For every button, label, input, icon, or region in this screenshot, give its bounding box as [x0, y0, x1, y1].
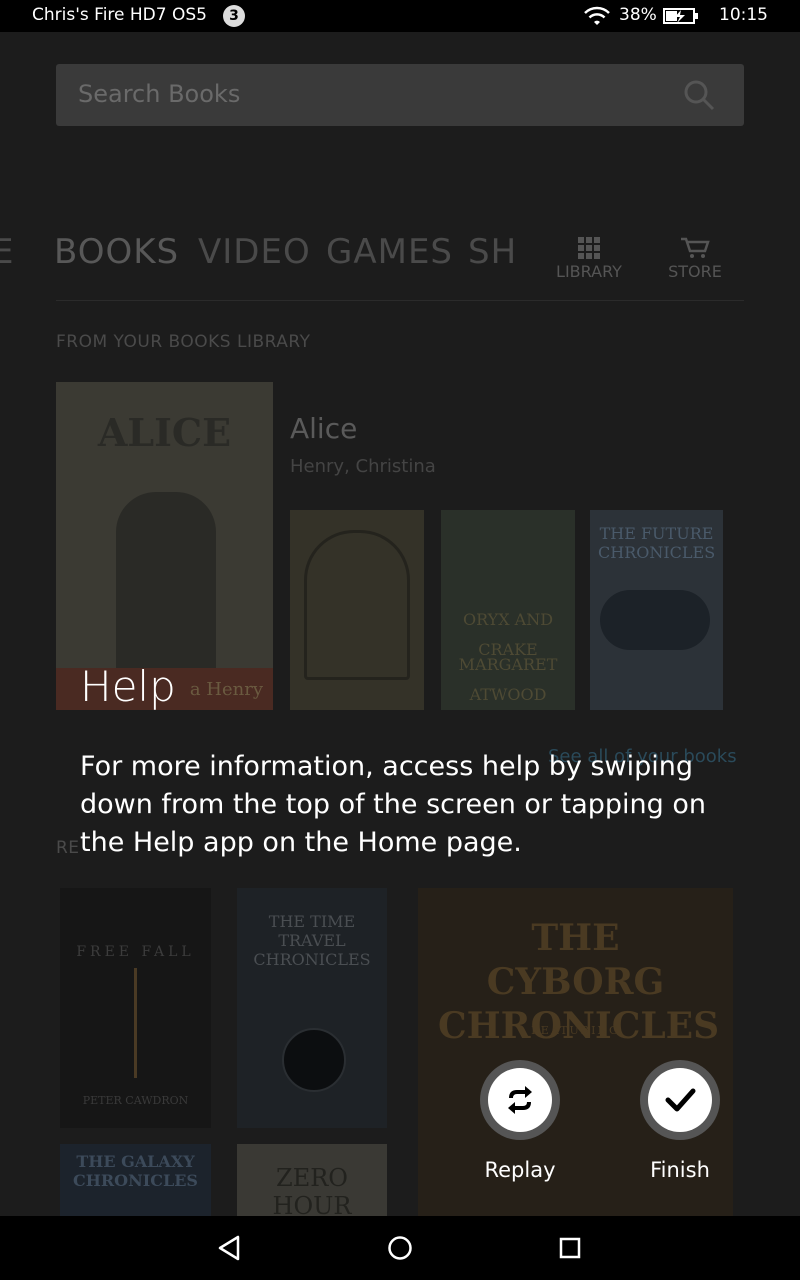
cover-title: FREE FALL	[76, 944, 195, 960]
tab-video: VIDEO	[198, 232, 311, 272]
status-bar: Chris's Fire HD7 OS5 3 38% 10:15	[0, 0, 800, 32]
cover-art	[134, 968, 137, 1078]
cover-title: THE GALAXY CHRONICLES	[73, 1152, 198, 1190]
library-cover-3: THE FUTURE CHRONICLES	[590, 510, 723, 710]
books-home-background: Search Books E BOOKS VIDEO GAMES SH LIBR…	[0, 32, 800, 1216]
replay-label: Replay	[484, 1158, 556, 1182]
system-nav-bar	[0, 1216, 800, 1280]
notification-badge: 3	[223, 5, 245, 27]
library-label: LIBRARY	[556, 262, 622, 281]
back-icon[interactable]	[214, 1232, 246, 1264]
store-label: STORE	[668, 262, 722, 281]
book-title: Alice	[290, 412, 358, 445]
divider	[56, 300, 744, 301]
cover-subtitle: FEATURING	[531, 1024, 620, 1037]
recommended-cover-4: THE GALAXY CHRONICLES	[60, 1144, 211, 1216]
finish-button[interactable]: Finish	[630, 1060, 730, 1182]
finish-button-ring[interactable]	[640, 1060, 720, 1140]
wifi-icon	[584, 6, 610, 25]
library-cover-1	[290, 510, 424, 710]
tab-shop-partial: SH	[468, 232, 518, 272]
recommended-cover-5: ZERO HOUR	[237, 1144, 387, 1216]
tab-home-partial: E	[0, 232, 15, 272]
tab-books: BOOKS	[54, 232, 180, 272]
recommended-cover-1: FREE FALL PETER CAWDRON	[60, 888, 211, 1128]
grid-icon	[578, 237, 600, 259]
finish-label: Finish	[650, 1158, 710, 1182]
cover-art	[282, 1028, 346, 1092]
clock: 10:15	[719, 5, 768, 25]
content-tabs: E BOOKS VIDEO GAMES SH LIBRARY STORE	[0, 232, 800, 292]
store-nav: STORE	[655, 236, 735, 281]
device-name: Chris's Fire HD7 OS5	[32, 5, 207, 25]
battery-percent: 38%	[619, 5, 657, 25]
cover-title: THE TIME TRAVEL CHRONICLES	[253, 912, 371, 969]
search-icon	[684, 80, 715, 111]
cover-art	[600, 590, 710, 650]
library-cover-2: ORYX AND CRAKE MARGARET ATWOOD	[441, 510, 575, 710]
cover-title: THE FUTURE CHRONICLES	[598, 524, 716, 562]
cover-art	[116, 492, 216, 682]
library-nav: LIBRARY	[549, 236, 629, 281]
battery-charging-icon	[663, 8, 698, 24]
help-title: Help	[80, 662, 176, 711]
home-icon[interactable]	[384, 1232, 416, 1264]
featured-book-cover: ALICE a Henry	[56, 382, 273, 710]
help-body: For more information, access help by swi…	[80, 751, 706, 858]
cart-icon	[681, 237, 710, 258]
tab-games: GAMES	[326, 232, 454, 272]
cover-art	[304, 530, 410, 680]
recents-icon[interactable]	[554, 1232, 586, 1264]
search-bar: Search Books	[56, 64, 744, 126]
recommended-cover-2: THE TIME TRAVEL CHRONICLES	[237, 888, 387, 1128]
cover-author: MARGARET ATWOOD	[458, 655, 558, 704]
search-input: Search Books	[78, 80, 241, 108]
recommended-section-title: RE	[56, 838, 80, 858]
replay-button[interactable]: Replay	[470, 1060, 570, 1182]
finish-button-disc[interactable]	[648, 1068, 712, 1132]
cover-author: PETER CAWDRON	[82, 1094, 189, 1107]
library-section-title: FROM YOUR BOOKS LIBRARY	[56, 332, 311, 352]
checkmark-icon	[665, 1088, 696, 1112]
cover-title: ZERO HOUR	[272, 1164, 352, 1216]
replay-icon	[508, 1086, 532, 1114]
replay-button-disc[interactable]	[488, 1068, 552, 1132]
cover-title: ALICE	[97, 410, 232, 455]
replay-button-ring[interactable]	[480, 1060, 560, 1140]
book-author: Henry, Christina	[290, 456, 436, 477]
